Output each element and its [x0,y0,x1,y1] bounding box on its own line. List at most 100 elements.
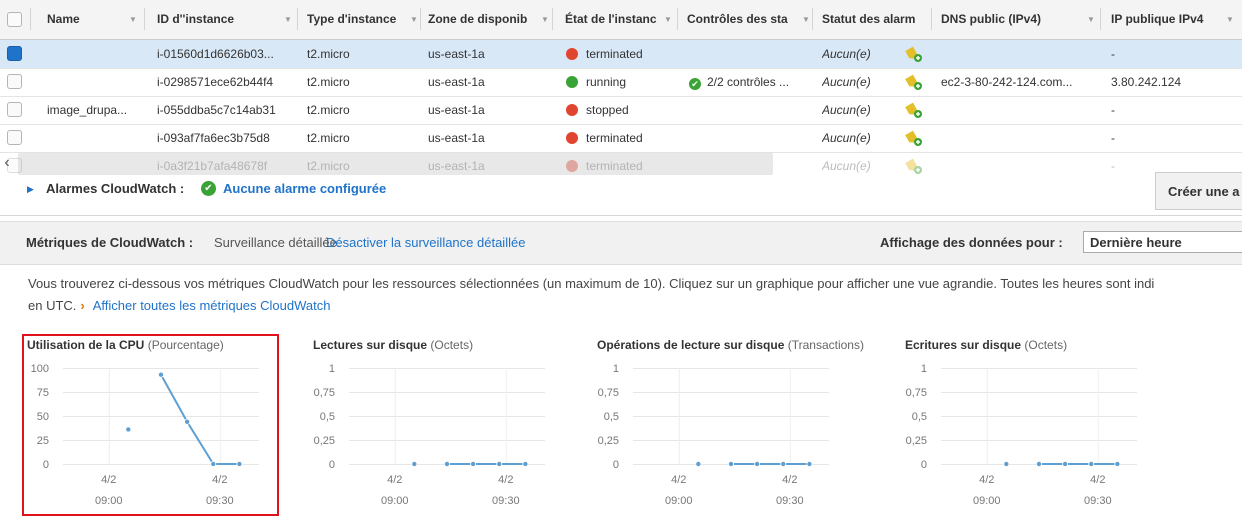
create-alarm-button[interactable]: Créer une a [1155,172,1242,210]
bell-plus-icon[interactable] [905,73,923,91]
x-tick-date: 4/2 [101,474,116,486]
chevron-down-icon[interactable]: ▼ [1087,0,1095,39]
instance-state: running [566,68,674,96]
column-instance-type[interactable]: Type d'instance [307,0,409,39]
disable-monitoring-link[interactable]: Désactiver la surveillance détaillée [326,235,525,250]
data-point [780,461,787,468]
instance-type: t2.micro [307,131,350,145]
data-point [411,461,418,468]
row-checkbox[interactable] [7,74,22,89]
cloudwatch-alarms-panel: ▶ Alarmes CloudWatch : ✔ Aucune alarme c… [0,179,1242,216]
instance-name [47,40,142,68]
x-tick-time: 09:30 [206,495,234,507]
table-header: Name ▼ ID d''instance ▼ Type d'instance … [0,0,1242,40]
table-row[interactable]: i-01560d1d6626b03... t2.micro us-east-1a te… [0,40,1242,69]
instance-id: i-055ddba5c7c14ab31 [157,103,276,117]
y-tick-label: 0,5 [604,411,619,423]
public-ip: 3.80.242.124 [1111,75,1182,89]
y-tick-label: 0 [921,459,927,471]
scroll-left-icon[interactable]: ‹ [0,150,14,176]
row-checkbox[interactable] [7,46,22,61]
row-checkbox[interactable] [7,102,22,117]
x-tick-time: 09:00 [973,495,1001,507]
column-status-checks[interactable]: Contrôles des sta [687,0,801,39]
check-circle-icon: ✔ [201,181,216,196]
instance-name [47,124,142,152]
data-point [1035,461,1042,468]
data-point [125,426,132,433]
column-public-dns[interactable]: DNS public (IPv4) [941,0,1071,39]
y-tick-label: 0,5 [320,411,335,423]
alarms-status[interactable]: Aucune alarme configurée [223,181,386,196]
y-tick-label: 1 [613,363,619,375]
bell-plus-icon[interactable] [905,129,923,147]
instance-state: stopped [566,96,674,124]
x-tick-time: 09:30 [492,495,520,507]
instance-state: terminated [566,124,674,152]
availability-zone: us-east-1a [428,75,485,89]
x-tick-date: 4/2 [979,474,994,486]
bell-plus-icon[interactable] [905,45,923,63]
column-availability-zone[interactable]: Zone de disponib [428,0,540,39]
x-tick-date: 4/2 [782,474,797,486]
bell-plus-icon[interactable] [905,101,923,119]
chart-plot: 1 0,75 0,5 0,25 0 4/2 09:00 4/2 09:30 [906,363,1137,507]
metrics-description: Vous trouverez ci-dessous vos métriques … [28,273,1242,317]
column-name[interactable]: Name [47,0,117,39]
all-metrics-link[interactable]: Afficher toutes les métriques CloudWatch [93,298,331,313]
chevron-down-icon[interactable]: ▼ [1226,0,1234,39]
table-row[interactable]: image_drupa... i-055ddba5c7c14ab31 t2.micr… [0,96,1242,125]
public-dns: ec2-3-80-242-124.com... [941,75,1073,89]
chevron-down-icon[interactable]: ▼ [284,0,292,39]
alarms-label[interactable]: Alarmes CloudWatch : [46,181,184,196]
data-point [522,461,529,468]
data-point [727,461,734,468]
row-checkbox[interactable] [7,130,22,145]
data-point [210,461,217,468]
availability-zone: us-east-1a [428,103,485,117]
y-tick-label: 25 [37,435,49,447]
column-alarm-status[interactable]: Statut des alarm [822,0,930,39]
column-public-ip[interactable]: IP publique IPv4 [1111,0,1221,39]
instance-id: i-01560d1d6626b03... [157,47,274,61]
expand-triangle-icon[interactable]: ▶ [27,184,34,195]
metric-chart[interactable]: Utilisation de la CPU (Pourcentage) 100 75… [27,338,285,514]
metric-chart[interactable]: Ecritures sur disque (Octets) 1 0,75 0,5 0,2… [905,338,1163,514]
column-instance-state[interactable]: État de l'instanc [565,0,673,39]
monitoring-status: Surveillance détaillée. [214,235,341,250]
metric-chart[interactable]: Lectures sur disque (Octets) 1 0,75 0,5 0,25… [313,338,571,514]
instance-name [47,68,142,96]
time-range-select[interactable]: Dernière heure [1083,231,1242,253]
table-row[interactable]: i-0298571ece62b44f4 t2.micro us-east-1a run… [0,68,1242,97]
x-tick-time: 09:00 [95,495,123,507]
chevron-down-icon[interactable]: ▼ [664,0,672,39]
description-utc: en UTC. [28,298,77,313]
chevron-down-icon[interactable]: ▼ [541,0,549,39]
instance-state-text: terminated [586,47,643,61]
data-point [184,418,191,425]
bell-plus-icon[interactable] [905,157,923,175]
status-dot-icon [566,48,578,60]
chevron-down-icon[interactable]: ▼ [410,0,418,39]
metric-chart[interactable]: Opérations de lecture sur disque (Transa… [597,338,864,514]
resize-handle[interactable]: • • • [654,176,673,178]
x-tick-time: 09:00 [381,495,409,507]
public-ip: - [1111,47,1115,61]
data-point [1114,461,1121,468]
y-tick-label: 0,25 [598,435,619,447]
horizontal-scrollbar[interactable] [18,153,773,175]
select-all-checkbox[interactable] [7,12,22,27]
y-tick-label: 0,75 [314,387,335,399]
availability-zone: us-east-1a [428,47,485,61]
alarm-status: Aucun(e) [822,103,871,117]
chevron-down-icon[interactable]: ▼ [129,0,137,39]
x-tick-date: 4/2 [671,474,686,486]
y-tick-label: 0,75 [906,387,927,399]
table-row[interactable]: i-093af7fa6ec3b75d8 t2.micro us-east-1a ter… [0,124,1242,153]
column-instance-id[interactable]: ID d''instance [157,0,277,39]
chevron-down-icon[interactable]: ▼ [802,0,810,39]
status-checks-text: 2/2 contrôles ... [707,75,790,89]
instance-id: i-093af7fa6ec3b75d8 [157,131,270,145]
data-point [806,461,813,468]
data-point [157,371,164,378]
